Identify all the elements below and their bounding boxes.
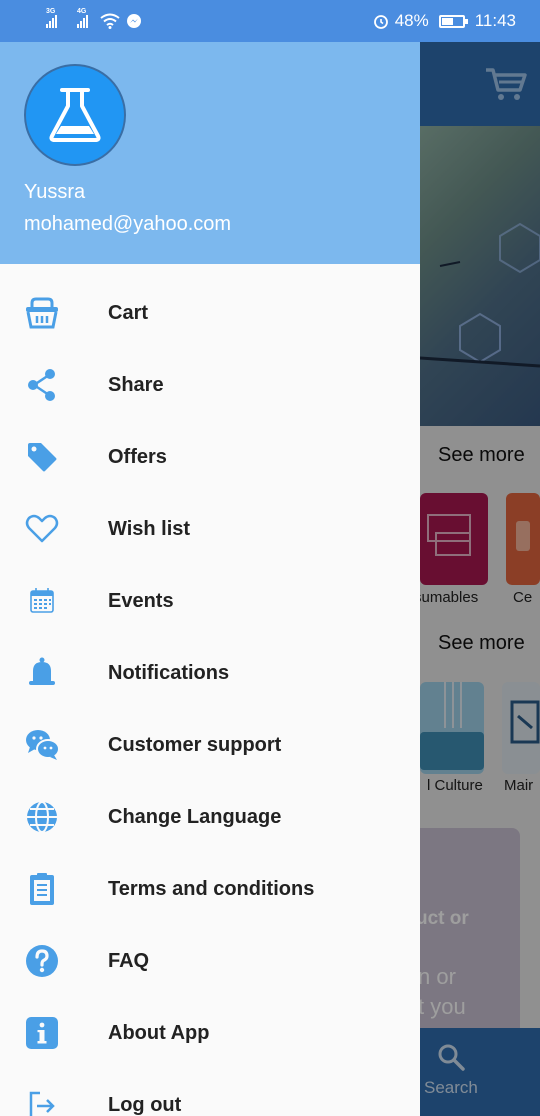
menu-label-log-out: Log out: [108, 1093, 182, 1116]
network-type-2: 4G: [77, 8, 87, 15]
signal-icon: 3G: [46, 8, 57, 28]
drawer-scrim[interactable]: [420, 42, 540, 1116]
menu-item-customer-support[interactable]: Customer support: [0, 709, 420, 781]
clipboard-icon: [24, 871, 60, 907]
status-bar: 3G 4G 48% 11:43: [0, 0, 540, 42]
menu-item-notifications[interactable]: Notifications: [0, 637, 420, 709]
status-right: 48% 11:43: [373, 11, 516, 31]
menu-label-share: Share: [108, 373, 164, 396]
menu-item-wish-list[interactable]: Wish list: [0, 493, 420, 565]
menu-label-change-language: Change Language: [108, 805, 282, 828]
globe-icon: [24, 799, 60, 835]
menu-label-about-app: About App: [108, 1021, 210, 1044]
share-icon: [24, 367, 60, 403]
logout-icon: [24, 1087, 60, 1116]
menu-item-about-app[interactable]: About App: [0, 997, 420, 1069]
basket-icon: [24, 295, 60, 331]
menu-label-notifications: Notifications: [108, 661, 230, 684]
menu-item-change-language[interactable]: Change Language: [0, 781, 420, 853]
flask-icon: [49, 88, 101, 142]
battery-icon: [438, 14, 468, 28]
avatar[interactable]: [24, 64, 126, 166]
messenger-icon: [127, 14, 141, 28]
tag-icon: [24, 439, 60, 475]
menu-item-share[interactable]: Share: [0, 349, 420, 421]
drawer-menu: Cart Share Offers Wish list Events Notif…: [0, 277, 420, 1116]
menu-item-offers[interactable]: Offers: [0, 421, 420, 493]
menu-label-events: Events: [108, 589, 174, 612]
battery-level: [441, 17, 453, 25]
wifi-icon: [100, 13, 120, 29]
navigation-drawer: Yussra mohamed@yahoo.com Cart Share Offe…: [0, 42, 420, 1116]
menu-item-events[interactable]: Events: [0, 565, 420, 637]
menu-label-faq: FAQ: [108, 949, 150, 972]
status-left: 3G 4G: [46, 8, 142, 29]
question-icon: [24, 943, 60, 979]
chat-icon: [24, 727, 60, 763]
calendar-icon: [24, 583, 60, 619]
network-type-1: 3G: [46, 8, 56, 15]
signal-icon-2: 4G: [77, 8, 88, 28]
user-name: Yussra: [24, 181, 86, 203]
menu-item-cart[interactable]: Cart: [0, 277, 420, 349]
info-icon: [24, 1015, 60, 1051]
menu-label-wish-list: Wish list: [108, 517, 191, 540]
menu-label-offers: Offers: [108, 445, 167, 468]
battery-percent: 48%: [394, 11, 429, 30]
menu-label-cart: Cart: [108, 301, 149, 324]
user-email: mohamed@yahoo.com: [24, 213, 232, 235]
menu-item-faq[interactable]: FAQ: [0, 925, 420, 997]
menu-label-customer-support: Customer support: [108, 733, 282, 756]
alarm-icon: [373, 15, 388, 29]
menu-item-log-out[interactable]: Log out: [0, 1069, 420, 1116]
menu-label-terms: Terms and conditions: [108, 877, 315, 900]
bell-icon: [24, 655, 60, 691]
heart-icon: [24, 511, 60, 547]
drawer-header: Yussra mohamed@yahoo.com: [0, 42, 420, 264]
menu-item-terms[interactable]: Terms and conditions: [0, 853, 420, 925]
clock: 11:43: [474, 11, 516, 30]
